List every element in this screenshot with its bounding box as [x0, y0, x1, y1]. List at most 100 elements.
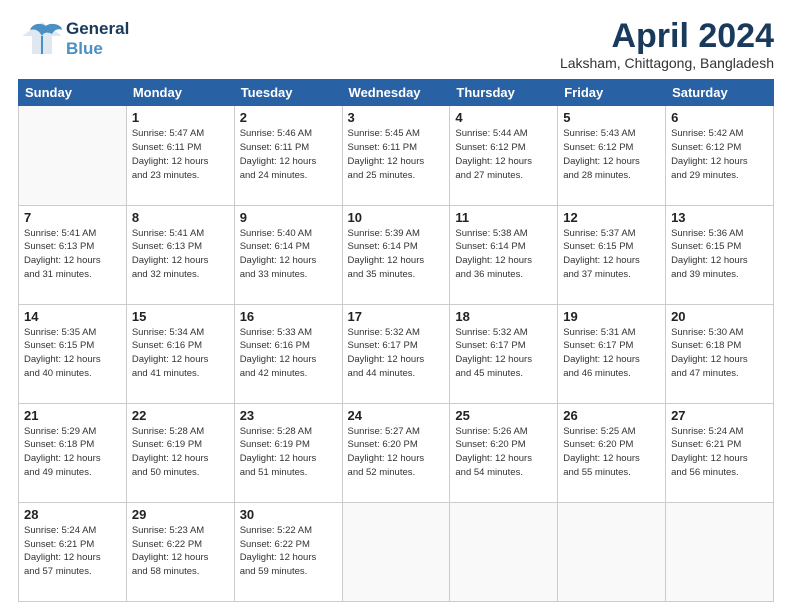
table-row — [666, 502, 774, 601]
day-number: 7 — [24, 210, 121, 225]
day-number: 19 — [563, 309, 660, 324]
header-sunday: Sunday — [19, 80, 127, 106]
table-row: 6Sunrise: 5:42 AMSunset: 6:12 PMDaylight… — [666, 106, 774, 205]
week-row-4: 21 Sunrise: 5:29 AMSunset: 6:18 PMDayligh… — [19, 403, 774, 502]
title-area: April 2024 Laksham, Chittagong, Banglade… — [560, 18, 774, 71]
day-info: Sunrise: 5:40 AMSunset: 6:14 PMDaylight:… — [240, 227, 337, 282]
header-friday: Friday — [558, 80, 666, 106]
table-row: 20 Sunrise: 5:30 AMSunset: 6:18 PMDayligh… — [666, 304, 774, 403]
day-info: Sunrise: 5:25 AMSunset: 6:20 PMDaylight:… — [563, 425, 660, 480]
logo: General Blue — [18, 18, 129, 60]
day-number: 5 — [563, 110, 660, 125]
day-number: 10 — [348, 210, 445, 225]
day-info: Sunrise: 5:33 AMSunset: 6:16 PMDaylight:… — [240, 326, 337, 381]
table-row: 12Sunrise: 5:37 AMSunset: 6:15 PMDayligh… — [558, 205, 666, 304]
table-row: 14Sunrise: 5:35 AMSunset: 6:15 PMDayligh… — [19, 304, 127, 403]
day-number: 22 — [132, 408, 229, 423]
day-info: Sunrise: 5:41 AMSunset: 6:13 PMDaylight:… — [24, 227, 121, 282]
day-number: 11 — [455, 210, 552, 225]
table-row: 27Sunrise: 5:24 AMSunset: 6:21 PMDayligh… — [666, 403, 774, 502]
day-info: Sunrise: 5:24 AMSunset: 6:21 PMDaylight:… — [671, 425, 768, 480]
header-tuesday: Tuesday — [234, 80, 342, 106]
header-saturday: Saturday — [666, 80, 774, 106]
table-row: 25Sunrise: 5:26 AMSunset: 6:20 PMDayligh… — [450, 403, 558, 502]
header: General Blue April 2024 Laksham, Chittag… — [18, 18, 774, 71]
calendar-table: Sunday Monday Tuesday Wednesday Thursday… — [18, 79, 774, 602]
header-wednesday: Wednesday — [342, 80, 450, 106]
day-info: Sunrise: 5:38 AMSunset: 6:14 PMDaylight:… — [455, 227, 552, 282]
table-row: 24Sunrise: 5:27 AMSunset: 6:20 PMDayligh… — [342, 403, 450, 502]
table-row — [450, 502, 558, 601]
day-number: 3 — [348, 110, 445, 125]
day-info: Sunrise: 5:28 AMSunset: 6:19 PMDaylight:… — [240, 425, 337, 480]
day-info: Sunrise: 5:28 AMSunset: 6:19 PMDaylight:… — [132, 425, 229, 480]
day-info: Sunrise: 5:24 AMSunset: 6:21 PMDaylight:… — [24, 524, 121, 579]
day-info: Sunrise: 5:30 AMSunset: 6:18 PMDaylight:… — [671, 326, 768, 381]
table-row: 11 Sunrise: 5:38 AMSunset: 6:14 PMDayligh… — [450, 205, 558, 304]
table-row: 3 Sunrise: 5:45 AMSunset: 6:11 PMDaylight… — [342, 106, 450, 205]
weekday-header-row: Sunday Monday Tuesday Wednesday Thursday… — [19, 80, 774, 106]
header-thursday: Thursday — [450, 80, 558, 106]
table-row: 4 Sunrise: 5:44 AMSunset: 6:12 PMDaylight… — [450, 106, 558, 205]
day-info: Sunrise: 5:45 AMSunset: 6:11 PMDaylight:… — [348, 127, 445, 182]
table-row: 22 Sunrise: 5:28 AMSunset: 6:19 PMDayligh… — [126, 403, 234, 502]
day-number: 23 — [240, 408, 337, 423]
day-number: 4 — [455, 110, 552, 125]
day-number: 25 — [455, 408, 552, 423]
location-subtitle: Laksham, Chittagong, Bangladesh — [560, 55, 774, 71]
table-row: 10 Sunrise: 5:39 AMSunset: 6:14 PMDayligh… — [342, 205, 450, 304]
day-number: 26 — [563, 408, 660, 423]
table-row: 30 Sunrise: 5:22 AMSunset: 6:22 PMDayligh… — [234, 502, 342, 601]
day-info: Sunrise: 5:41 AMSunset: 6:13 PMDaylight:… — [132, 227, 229, 282]
day-number: 30 — [240, 507, 337, 522]
day-info: Sunrise: 5:34 AMSunset: 6:16 PMDaylight:… — [132, 326, 229, 381]
day-info: Sunrise: 5:32 AMSunset: 6:17 PMDaylight:… — [348, 326, 445, 381]
logo-general: General — [66, 19, 129, 39]
table-row: 19Sunrise: 5:31 AMSunset: 6:17 PMDayligh… — [558, 304, 666, 403]
day-info: Sunrise: 5:22 AMSunset: 6:22 PMDaylight:… — [240, 524, 337, 579]
day-info: Sunrise: 5:35 AMSunset: 6:15 PMDaylight:… — [24, 326, 121, 381]
day-number: 6 — [671, 110, 768, 125]
table-row: 13Sunrise: 5:36 AMSunset: 6:15 PMDayligh… — [666, 205, 774, 304]
table-row: 15 Sunrise: 5:34 AMSunset: 6:16 PMDayligh… — [126, 304, 234, 403]
day-number: 1 — [132, 110, 229, 125]
day-number: 28 — [24, 507, 121, 522]
day-info: Sunrise: 5:44 AMSunset: 6:12 PMDaylight:… — [455, 127, 552, 182]
page: General Blue April 2024 Laksham, Chittag… — [0, 0, 792, 612]
table-row: 26 Sunrise: 5:25 AMSunset: 6:20 PMDayligh… — [558, 403, 666, 502]
table-row: 21 Sunrise: 5:29 AMSunset: 6:18 PMDayligh… — [19, 403, 127, 502]
day-info: Sunrise: 5:37 AMSunset: 6:15 PMDaylight:… — [563, 227, 660, 282]
day-info: Sunrise: 5:39 AMSunset: 6:14 PMDaylight:… — [348, 227, 445, 282]
week-row-5: 28 Sunrise: 5:24 AMSunset: 6:21 PMDayligh… — [19, 502, 774, 601]
week-row-2: 7 Sunrise: 5:41 AMSunset: 6:13 PMDaylight… — [19, 205, 774, 304]
day-number: 16 — [240, 309, 337, 324]
day-info: Sunrise: 5:23 AMSunset: 6:22 PMDaylight:… — [132, 524, 229, 579]
day-info: Sunrise: 5:47 AMSunset: 6:11 PMDaylight:… — [132, 127, 229, 182]
day-number: 2 — [240, 110, 337, 125]
day-info: Sunrise: 5:29 AMSunset: 6:18 PMDaylight:… — [24, 425, 121, 480]
table-row — [558, 502, 666, 601]
table-row: 28 Sunrise: 5:24 AMSunset: 6:21 PMDayligh… — [19, 502, 127, 601]
month-title: April 2024 — [560, 18, 774, 55]
table-row: 23 Sunrise: 5:28 AMSunset: 6:19 PMDayligh… — [234, 403, 342, 502]
table-row: 17 Sunrise: 5:32 AMSunset: 6:17 PMDayligh… — [342, 304, 450, 403]
table-row — [19, 106, 127, 205]
day-number: 29 — [132, 507, 229, 522]
header-monday: Monday — [126, 80, 234, 106]
table-row: 29 Sunrise: 5:23 AMSunset: 6:22 PMDayligh… — [126, 502, 234, 601]
table-row: 9 Sunrise: 5:40 AMSunset: 6:14 PMDaylight… — [234, 205, 342, 304]
day-number: 20 — [671, 309, 768, 324]
week-row-3: 14Sunrise: 5:35 AMSunset: 6:15 PMDayligh… — [19, 304, 774, 403]
day-number: 18 — [455, 309, 552, 324]
day-number: 15 — [132, 309, 229, 324]
day-info: Sunrise: 5:46 AMSunset: 6:11 PMDaylight:… — [240, 127, 337, 182]
day-info: Sunrise: 5:36 AMSunset: 6:15 PMDaylight:… — [671, 227, 768, 282]
week-row-1: 1 Sunrise: 5:47 AMSunset: 6:11 PMDaylight… — [19, 106, 774, 205]
day-number: 24 — [348, 408, 445, 423]
table-row: 16 Sunrise: 5:33 AMSunset: 6:16 PMDayligh… — [234, 304, 342, 403]
day-number: 21 — [24, 408, 121, 423]
table-row: 18Sunrise: 5:32 AMSunset: 6:17 PMDayligh… — [450, 304, 558, 403]
day-number: 9 — [240, 210, 337, 225]
day-number: 17 — [348, 309, 445, 324]
day-info: Sunrise: 5:43 AMSunset: 6:12 PMDaylight:… — [563, 127, 660, 182]
